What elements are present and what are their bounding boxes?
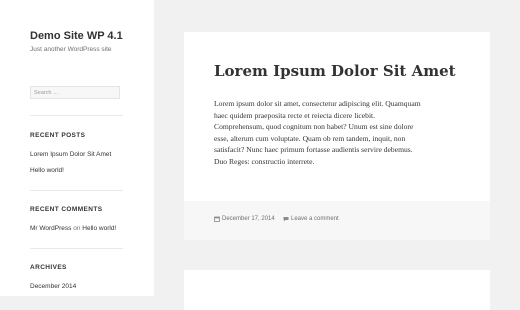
post-text-line: Comprehensum, quod cognitum non habet? U… — [214, 122, 414, 132]
divider — [30, 190, 123, 191]
post-text-line: esse, alterum cum voluptate. Quam ob rem… — [214, 133, 406, 143]
recent-post-link[interactable]: Hello world! — [30, 167, 64, 174]
post-title[interactable]: Lorem Ipsum Dolor Sit Amet — [214, 62, 456, 80]
comment-on-text: on — [73, 225, 81, 232]
post-date: December 17, 2014 — [214, 216, 275, 222]
site-title[interactable]: Demo Site WP 4.1 — [30, 30, 123, 42]
post-date-link[interactable]: December 17, 2014 — [222, 216, 275, 222]
post-comments: Leave a comment — [283, 216, 339, 222]
next-post-card — [184, 270, 490, 310]
site-description: Just another WordPress site — [30, 46, 112, 53]
recent-post-link[interactable]: Lorem Ipsum Dolor Sit Amet — [30, 151, 111, 158]
post-text-line: satisfacit? Nunc haec primum fortasse au… — [214, 145, 413, 155]
post-text-line: Duo Reges: constructio interrete. — [214, 156, 315, 166]
comment-author-link[interactable]: Mr WordPress — [30, 225, 71, 232]
sidebar: Demo Site WP 4.1 Just another WordPress … — [0, 0, 154, 296]
comment-bubble-icon — [283, 217, 289, 222]
post-text-line: Lorem ipsum dolor sit amet, consectetur … — [214, 99, 421, 108]
post-text-line: haec quidem praeposita recte et reiecta … — [214, 110, 376, 120]
widget-title-recent-comments: RECENT COMMENTS — [30, 206, 103, 213]
widget-title-archives: ARCHIVES — [30, 264, 67, 271]
divider — [30, 115, 123, 116]
recent-comment-item: Mr WordPress on Hello world! — [30, 225, 116, 232]
post-footer: December 17, 2014 Leave a comment — [184, 201, 490, 240]
archive-link[interactable]: December 2014 — [30, 283, 76, 290]
divider — [30, 248, 123, 249]
calendar-icon — [214, 216, 220, 222]
widget-title-recent-posts: RECENT POSTS — [30, 132, 86, 139]
comment-post-link[interactable]: Hello world! — [82, 225, 116, 232]
post-content: Lorem ipsum dolor sit amet, consectetur … — [214, 98, 464, 168]
post-card: Lorem Ipsum Dolor Sit Amet Lorem ipsum d… — [184, 32, 490, 240]
search-input[interactable] — [30, 86, 120, 99]
leave-comment-link[interactable]: Leave a comment — [291, 216, 339, 222]
